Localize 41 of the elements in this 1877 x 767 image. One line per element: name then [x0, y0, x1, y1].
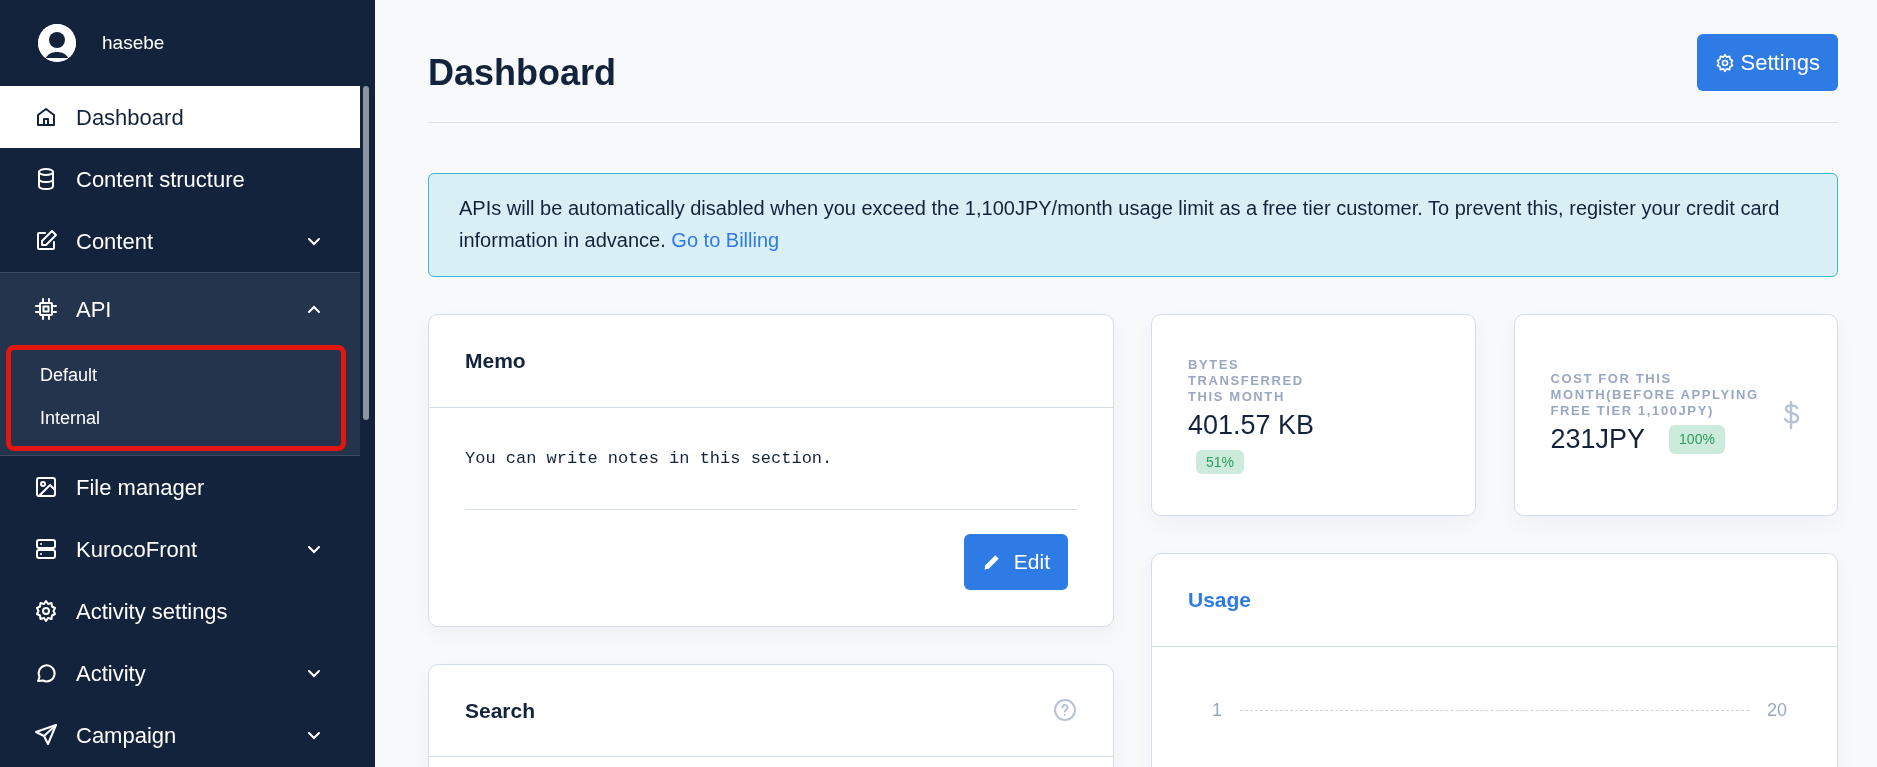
card-title: Usage [1188, 587, 1252, 614]
axis-label: 1 [1212, 698, 1222, 722]
edit-icon [34, 229, 58, 253]
stat-value: 231JPY [1550, 423, 1646, 457]
stat-label: BYTES TRANSFERRED THIS MONTH [1188, 356, 1305, 406]
submenu-item[interactable]: Internal [11, 397, 341, 440]
alert-message: APIs will be automatically disabled when you exceed the 1,100JPY/month usage limit as a free tier customer. To prevent this, register your credit card information in advance. Go to Billing [428, 173, 1838, 278]
chat-bubble-icon [34, 661, 58, 685]
sidebar-item[interactable]: Activity [0, 642, 360, 704]
dollar-icon [1781, 400, 1801, 431]
stat-label: COST FOR THIS MONTH(BEFORE APPLYING FREE TIER 1,100JPY) [1550, 370, 1760, 420]
sidebar-item[interactable]: Content [0, 210, 360, 272]
help-icon [1053, 698, 1077, 723]
sidebar-item[interactable]: Content structure [0, 148, 360, 210]
sidebar-item[interactable]: Activity settings [0, 580, 360, 642]
chip-icon [34, 297, 58, 321]
sidebar-item[interactable]: Campaign [0, 704, 360, 766]
stat-value: 401.57 KB [1188, 409, 1315, 443]
settings-button[interactable]: Settings [1696, 34, 1838, 91]
memo-text: You can write notes in this section. [465, 445, 1077, 511]
card-title: Memo [465, 348, 526, 375]
scrollbar[interactable] [363, 86, 369, 420]
edit-button[interactable]: Edit [963, 534, 1068, 590]
sidebar-item[interactable]: KurocoFront [0, 518, 360, 580]
paper-plane-icon [34, 723, 58, 747]
user-name: hasebe [102, 30, 165, 55]
sidebar-item[interactable]: File manager [0, 456, 360, 518]
settings-icon [34, 599, 58, 623]
sidebar-item[interactable]: Dashboard [0, 86, 360, 148]
card-title: Search [465, 697, 536, 724]
submenu-item[interactable]: Default [11, 354, 341, 397]
percent-badge: 51% [1196, 449, 1245, 474]
page-title: Dashboard [428, 51, 617, 95]
axis-label: 20 [1766, 698, 1787, 722]
avatar [38, 24, 76, 62]
server-icon [34, 537, 58, 561]
sidebar-item[interactable]: API [0, 273, 360, 345]
percent-badge: 100% [1669, 425, 1725, 455]
home-icon [34, 105, 58, 129]
image-icon [34, 475, 58, 499]
settings-icon [1714, 52, 1735, 73]
